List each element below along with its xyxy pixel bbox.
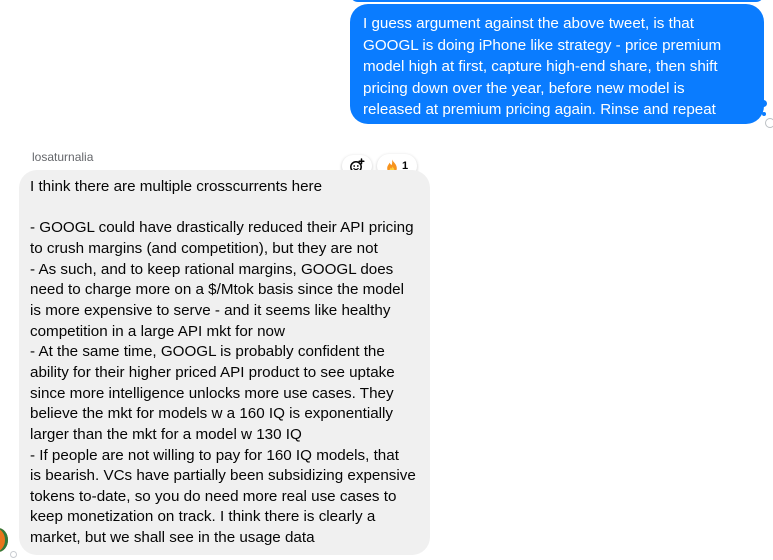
- sender-avatar[interactable]: [0, 528, 8, 552]
- sent-message-line: I guess argument against the above tweet…: [363, 15, 694, 32]
- received-message-line: market, but we shall see in the usage da…: [30, 529, 315, 547]
- received-message-line: need to charge more on a $/Mtok basis si…: [30, 281, 404, 299]
- seen-indicator-icon: [10, 551, 17, 558]
- read-receipt-icon: [765, 118, 773, 128]
- received-message-bubble[interactable]: I think there are multiple crosscurrents…: [19, 170, 430, 555]
- received-message-line: is bearish. VCs have partially been subs…: [30, 467, 416, 485]
- received-message-line: - GOOGL could have drastically reduced t…: [30, 219, 414, 237]
- received-message-line: I think there are multiple crosscurrents…: [30, 178, 323, 195]
- bubble-tail-dot: [760, 100, 767, 107]
- previous-sent-bubble: [350, 0, 764, 2]
- received-message-line: - As such, and to keep rational margins,…: [30, 260, 394, 278]
- sent-message-line: released at premium pricing again. Rinse…: [363, 101, 716, 119]
- received-message-line: to crush margins (and competition), but …: [30, 239, 378, 257]
- received-message-line: believe the mkt for models w a 160 IQ is…: [30, 405, 393, 423]
- received-message-line: since more intelligence unlocks more use…: [30, 384, 394, 402]
- received-message-line: - At the same time, GOOGL is probably co…: [30, 343, 385, 361]
- received-message-line: keep monetization on track. I think ther…: [30, 508, 376, 526]
- received-message-line: competition in a large API mkt for now: [30, 322, 285, 340]
- received-message-line: tokens to-date, so you do need more real…: [30, 487, 397, 505]
- sent-message-line: GOOGL is doing iPhone like strategy - pr…: [363, 36, 722, 54]
- sender-name: losaturnalia: [32, 150, 94, 164]
- sent-message-bubble[interactable]: I guess argument against the above tweet…: [350, 4, 764, 124]
- bubble-tail-dot-small: [762, 112, 766, 116]
- received-message-line: is more expensive to serve - and it seem…: [30, 301, 391, 319]
- received-message-line: [30, 198, 420, 219]
- received-message-line: ability for their higher priced API prod…: [30, 363, 395, 381]
- sent-message-line: pricing down over the year, before new m…: [363, 79, 685, 97]
- sent-message-line: model high at first, capture high-end sh…: [363, 58, 718, 76]
- received-message-line: larger than the mkt for a model w 130 IQ: [30, 425, 302, 443]
- received-message-line: - If people are not willing to pay for 1…: [30, 446, 399, 464]
